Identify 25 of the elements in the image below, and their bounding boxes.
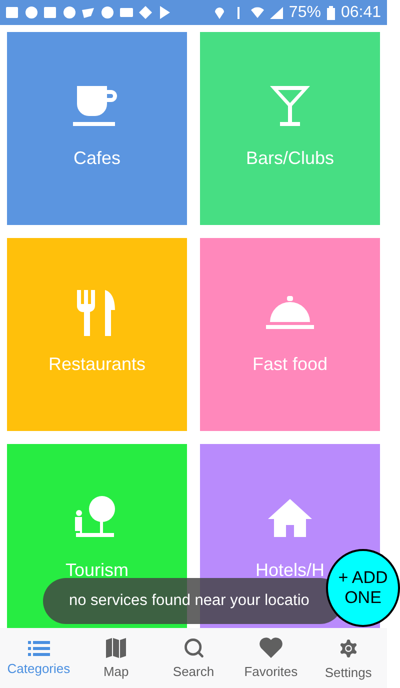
category-label: Restaurants: [48, 354, 146, 375]
cloche-icon: [266, 294, 314, 330]
battery-percentage: 75%: [288, 4, 321, 22]
category-tile[interactable]: Bars/Clubs: [200, 32, 380, 225]
house-icon: [267, 498, 313, 538]
battery-icon: [326, 6, 335, 20]
category-label: Tourism: [65, 560, 128, 581]
nav-tab[interactable]: Settings: [310, 628, 388, 688]
nav-tab[interactable]: Search: [154, 628, 232, 688]
category-label: Hotels/H: [255, 560, 325, 581]
category-label: Fast food: [252, 354, 328, 375]
heart-icon: [258, 637, 283, 659]
category-tile[interactable]: Cafes: [7, 32, 187, 225]
map-icon: [105, 637, 128, 659]
nav-tab[interactable]: Favorites: [232, 628, 310, 688]
search-icon: [182, 637, 205, 659]
cocktail-glass-icon: [268, 84, 312, 128]
category-tile[interactable]: Fast food: [200, 238, 380, 431]
clock-time: 06:41: [340, 4, 381, 22]
list-icon: [28, 640, 50, 656]
category-label: Bars/Clubs: [246, 148, 334, 169]
nav-tab[interactable]: Map: [77, 628, 155, 688]
category-label: Cafes: [73, 148, 121, 169]
nav-tab[interactable]: Categories: [0, 628, 78, 688]
category-tile[interactable]: Restaurants: [7, 238, 187, 431]
